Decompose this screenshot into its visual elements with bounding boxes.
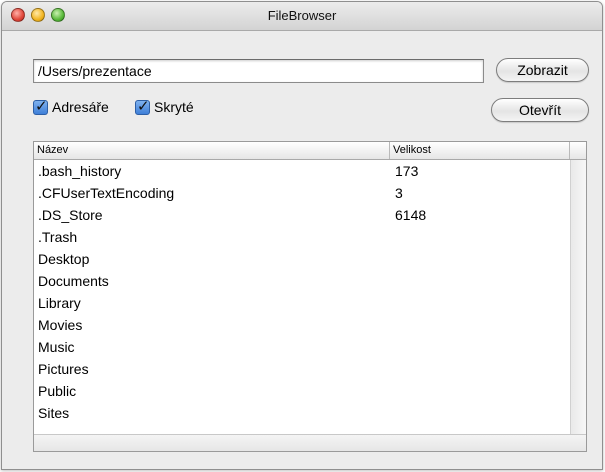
file-name-cell: .bash_history xyxy=(38,163,122,179)
file-size-cell: 6148 xyxy=(395,207,427,223)
file-name-cell: Library xyxy=(38,295,81,311)
checkbox-checked-icon[interactable]: ✓ xyxy=(135,97,150,115)
checkbox-checked-icon[interactable]: ✓ xyxy=(33,97,48,115)
table-row[interactable]: .DS_Store 6148 xyxy=(34,204,570,226)
directories-checkbox[interactable]: ✓ Adresáře xyxy=(33,97,109,116)
file-table: Název Velikost .bash_history 173 .CFUserTe… xyxy=(33,141,587,452)
hidden-files-checkbox[interactable]: ✓ Skryté xyxy=(135,97,194,116)
column-header-name[interactable]: Název xyxy=(34,142,390,159)
file-name-cell: .DS_Store xyxy=(38,207,103,223)
file-name-cell: .Trash xyxy=(38,229,78,245)
table-header: Název Velikost xyxy=(34,142,586,160)
table-row[interactable]: Public xyxy=(34,380,570,402)
path-input[interactable] xyxy=(33,59,484,83)
table-row[interactable]: Movies xyxy=(34,314,570,336)
file-name-cell: Pictures xyxy=(38,361,89,377)
file-name-cell: Music xyxy=(38,339,75,355)
file-name-cell: Documents xyxy=(38,273,109,289)
show-button[interactable]: Zobrazit xyxy=(496,58,589,82)
file-size-cell: 3 xyxy=(395,185,403,201)
table-row[interactable]: Documents xyxy=(34,270,570,292)
file-size-cell: 173 xyxy=(395,163,419,179)
directories-label: Adresáře xyxy=(52,99,109,115)
vertical-scrollbar[interactable] xyxy=(570,160,586,434)
horizontal-scrollbar[interactable] xyxy=(34,434,586,451)
table-row[interactable]: .Trash xyxy=(34,226,570,248)
file-name-cell: Public xyxy=(38,383,77,399)
window-title: FileBrowser xyxy=(267,8,337,23)
title-bar[interactable]: FileBrowser xyxy=(2,2,602,31)
table-row[interactable]: Desktop xyxy=(34,248,570,270)
open-button[interactable]: Otevřít xyxy=(491,98,589,122)
file-name-cell: Movies xyxy=(38,317,83,333)
file-name-cell: .CFUserTextEncoding xyxy=(38,185,175,201)
file-name-cell: Desktop xyxy=(38,251,90,267)
hidden-files-label: Skryté xyxy=(154,99,194,115)
filebrowser-window: FileBrowser Zobrazit Otevřít ✓ Adresáře … xyxy=(1,1,603,470)
table-row[interactable]: .CFUserTextEncoding 3 xyxy=(34,182,570,204)
table-row[interactable]: Library xyxy=(34,292,570,314)
file-name-cell: Sites xyxy=(38,405,70,421)
header-corner xyxy=(570,142,586,159)
table-row[interactable]: Pictures xyxy=(34,358,570,380)
table-row[interactable]: .bash_history 173 xyxy=(34,160,570,182)
table-row[interactable]: Sites xyxy=(34,402,570,424)
table-rows: .bash_history 173 .CFUserTextEncoding 3 .DS_… xyxy=(34,160,570,424)
column-header-size[interactable]: Velikost xyxy=(390,142,570,159)
table-row[interactable]: Music xyxy=(34,336,570,358)
